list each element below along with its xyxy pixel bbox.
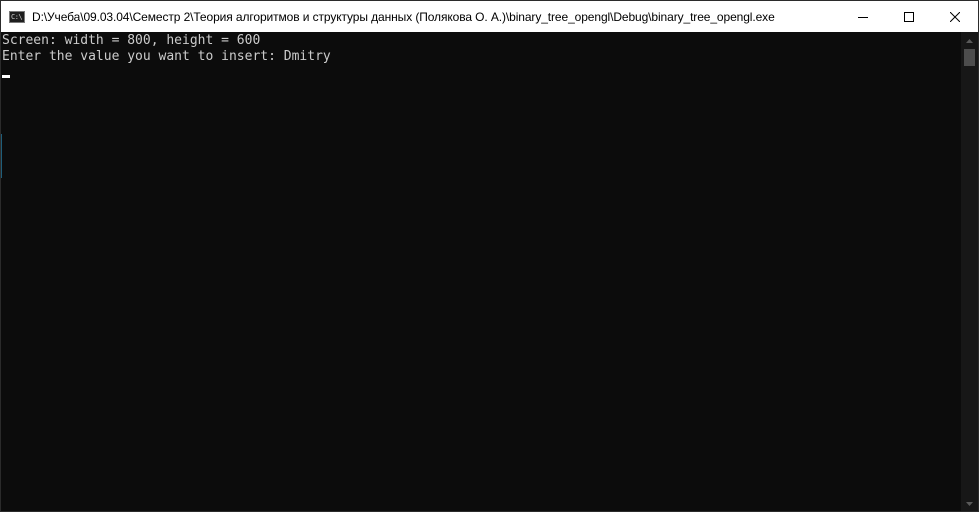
console-line-screen-size: Screen: width = 800, height = 600 <box>2 33 261 48</box>
window-controls <box>840 1 978 32</box>
maximize-icon <box>904 11 914 22</box>
console-window: C:\ D:\Учеба\09.03.04\Семестр 2\Теория а… <box>0 0 979 512</box>
close-button[interactable] <box>932 1 978 32</box>
console-line-insert-prompt: Enter the value you want to insert: Dmit… <box>2 49 331 64</box>
scroll-up-button[interactable] <box>961 32 978 49</box>
scroll-up-arrow-icon <box>966 38 973 43</box>
window-title: D:\Учеба\09.03.04\Семестр 2\Теория алгор… <box>32 9 775 24</box>
console-output[interactable]: Screen: width = 800, height = 600 Enter … <box>1 32 962 511</box>
close-icon <box>950 11 960 22</box>
console-app-icon[interactable]: C:\ <box>9 10 25 23</box>
console-app-icon-glyph: C:\ <box>11 12 23 21</box>
minimize-icon <box>858 16 868 18</box>
scroll-down-button[interactable] <box>961 495 978 511</box>
window-edge-accent <box>1 134 2 178</box>
title-bar[interactable]: C:\ D:\Учеба\09.03.04\Семестр 2\Теория а… <box>1 1 978 32</box>
scroll-down-arrow-icon <box>966 501 973 506</box>
text-cursor <box>2 75 10 78</box>
vertical-scrollbar[interactable] <box>961 32 978 511</box>
maximize-button[interactable] <box>886 1 932 32</box>
scrollbar-thumb[interactable] <box>964 49 975 66</box>
minimize-button[interactable] <box>840 1 886 32</box>
